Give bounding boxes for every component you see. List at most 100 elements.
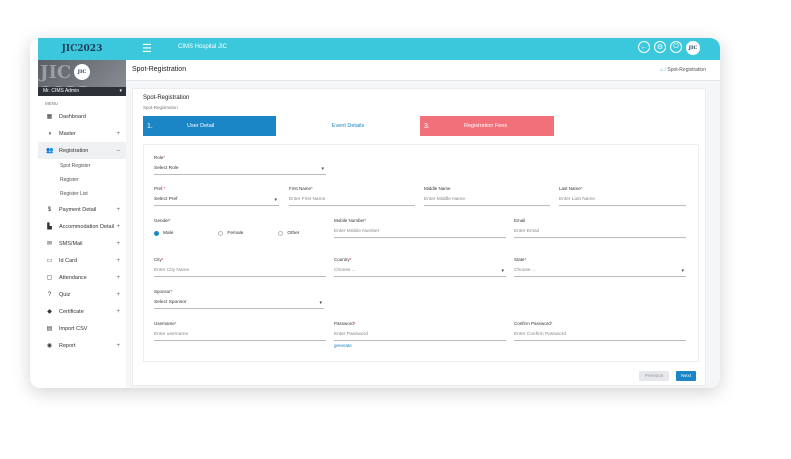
- power-icon[interactable]: ⏻: [670, 41, 682, 53]
- user-dropdown[interactable]: Mr. CIMS Admin ▾: [38, 87, 126, 96]
- sidebar-item-import-csv[interactable]: ▤ Import CSV: [38, 320, 126, 337]
- sidebar-item-label: SMS/Mail: [59, 240, 83, 247]
- breadcrumb-current: Spot-Registration: [667, 67, 706, 73]
- settings-icon[interactable]: ⚙: [654, 41, 666, 53]
- user-banner: JIC 2023 JIC Mr. CIMS Admin ▾: [38, 60, 126, 104]
- pref-select[interactable]: Select Pref ▾: [154, 195, 279, 206]
- sidebar-item-certificate[interactable]: ◆ Certificate +: [38, 303, 126, 320]
- expand-icon: +: [116, 274, 120, 281]
- logo-text: JIC2023: [61, 44, 103, 54]
- radio-female[interactable]: [218, 231, 224, 236]
- role-select[interactable]: Select Role ▾: [154, 164, 326, 175]
- chevron-down-icon: ▾: [274, 197, 277, 203]
- sidebar-item-dashboard[interactable]: ▦ Dashboard: [38, 108, 126, 125]
- sidebar-item-label: Attendance: [59, 274, 87, 281]
- gender-field: Gender* Male Female Other: [154, 218, 324, 236]
- sidebar-item-registration[interactable]: 👥 Registration –: [38, 142, 126, 159]
- collapse-icon: –: [116, 147, 120, 154]
- sidebar-item-label: Payment Detail: [59, 206, 97, 213]
- banner-logo: JIC: [74, 64, 90, 80]
- chevron-down-icon: ▾: [681, 268, 684, 274]
- building-icon: ▙: [47, 224, 52, 230]
- sidebar-item-label: Certificate: [59, 308, 84, 315]
- username-label: Username*: [154, 321, 177, 326]
- gender-options: Male Female Other: [154, 231, 324, 236]
- step-number: 1.: [147, 122, 153, 130]
- sponsor-select[interactable]: Select Sponsor ▾: [154, 298, 324, 309]
- step-label: Event Details: [331, 123, 365, 129]
- home-icon[interactable]: ⌂: [660, 67, 663, 73]
- hamburger-menu-icon[interactable]: ☰: [142, 42, 152, 55]
- country-select[interactable]: Choose ... ▾: [334, 266, 506, 277]
- sidebar-item-sms-mail[interactable]: ✉ SMS/Mail +: [38, 235, 126, 252]
- caret-down-icon: ▾: [119, 88, 122, 94]
- first-name-label: First Name*: [289, 186, 313, 191]
- step-registration-fees[interactable]: 3. Registration Fees: [420, 116, 554, 136]
- password-input[interactable]: Enter Password: [334, 330, 506, 341]
- step-event-details[interactable]: Event Details: [283, 116, 413, 136]
- file-icon: ▤: [46, 326, 53, 332]
- sidebar-item-label: Id Card: [59, 257, 78, 264]
- sidebar-item-attendance[interactable]: ▢ Attendance +: [38, 269, 126, 286]
- expand-icon: +: [116, 223, 120, 230]
- sidebar-item-label: Master: [59, 130, 76, 137]
- sidebar-item-label: Accommodation Detail: [59, 223, 115, 230]
- sidebar-subitem-spot-register[interactable]: Spot Register: [38, 159, 126, 173]
- confirm-password-input[interactable]: Enter Confirm Password: [514, 330, 686, 341]
- previous-button[interactable]: Previous: [639, 371, 669, 381]
- expand-icon: +: [116, 206, 120, 213]
- expand-icon: +: [116, 130, 120, 137]
- back-icon[interactable]: ←: [638, 41, 650, 53]
- expand-icon: +: [116, 291, 120, 298]
- radio-male[interactable]: [154, 231, 159, 236]
- expand-icon: +: [116, 257, 120, 264]
- master-icon: ◑: [47, 130, 52, 137]
- sidebar-item-label: Import CSV: [59, 325, 88, 332]
- radio-other[interactable]: [278, 231, 284, 236]
- dollar-icon: $: [47, 206, 52, 213]
- password-field: Password* Enter Password generate: [334, 321, 506, 348]
- middle-name-input[interactable]: Enter Middle Name: [424, 195, 550, 206]
- brand-logo[interactable]: JIC2023: [38, 38, 126, 60]
- sidebar-item-accommodation-detail[interactable]: ▙ Accommodation Detail +: [38, 218, 126, 235]
- gender-label: Gender*: [154, 218, 171, 223]
- sidebar-subitem-register[interactable]: Register: [38, 173, 126, 187]
- last-name-label: Last Name*: [559, 186, 583, 191]
- last-name-input[interactable]: Enter Last Name: [559, 195, 686, 206]
- main-content: Spot-Registration ⌂ / Spot-Registration …: [126, 60, 720, 388]
- sidebar-item-id-card[interactable]: ▭ Id Card +: [38, 252, 126, 269]
- generate-password-link[interactable]: generate: [334, 343, 506, 348]
- sidebar-item-quiz[interactable]: ? Quiz +: [38, 286, 126, 303]
- middle-name-label: Middle Name: [424, 186, 451, 191]
- city-input[interactable]: Enter City Name: [154, 266, 326, 277]
- step-label: Registration Fees: [464, 123, 508, 129]
- city-label: City*: [154, 257, 164, 262]
- mobile-input[interactable]: Enter Mobile Number: [334, 227, 506, 238]
- email-label: Email: [514, 218, 526, 223]
- next-button[interactable]: Next: [676, 371, 696, 381]
- sidebar-item-label: Dashboard: [59, 113, 86, 120]
- sidebar-item-payment-detail[interactable]: $ Payment Detail +: [38, 201, 126, 218]
- expand-icon: +: [116, 240, 120, 247]
- step-label: User Detail: [187, 123, 215, 129]
- sidebar-subitem-register-list[interactable]: Register List: [38, 187, 126, 201]
- country-field: Country* Choose ... ▾: [334, 257, 506, 277]
- step-user-detail[interactable]: 1. User Detail: [143, 116, 276, 136]
- app-title: CIMS Hospital JIC: [178, 44, 228, 50]
- email-input[interactable]: Enter Email: [514, 227, 686, 238]
- middle-name-field: Middle Name Enter Middle Name: [424, 186, 550, 206]
- registration-panel: Spot-Registration Spot-Registration 1. U…: [132, 88, 706, 386]
- radio-female-label: Female: [227, 231, 244, 236]
- sidebar-item-master[interactable]: ◑ Master +: [38, 125, 126, 142]
- step-number: 3.: [424, 122, 430, 130]
- avatar[interactable]: JIC: [686, 41, 700, 55]
- user-detail-form: Role* Select Role ▾ Pref.* Select Pref ▾ F…: [143, 144, 699, 362]
- role-label: Role*: [154, 155, 166, 160]
- user-name: Mr. CIMS Admin: [43, 88, 80, 94]
- sidebar-item-report[interactable]: ◉ Report +: [38, 337, 126, 354]
- chevron-down-icon: ▾: [501, 268, 504, 274]
- state-select[interactable]: Choose ... ▾: [514, 266, 686, 277]
- first-name-input[interactable]: Enter First Name: [289, 195, 415, 206]
- username-input[interactable]: Enter username: [154, 330, 326, 341]
- tag-icon: ◆: [47, 309, 52, 315]
